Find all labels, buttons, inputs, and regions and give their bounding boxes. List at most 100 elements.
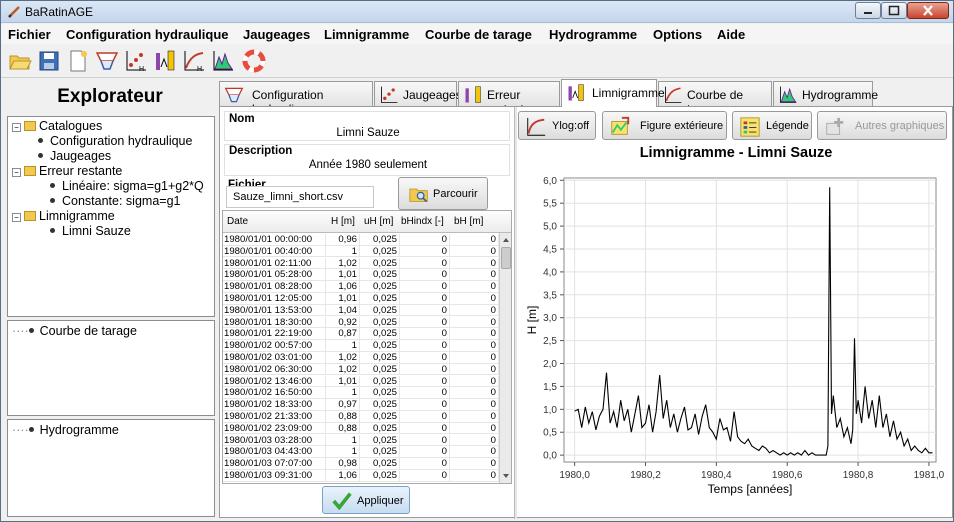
cell-date[interactable]: 1980/01/03 03:28:00: [223, 434, 326, 447]
cell-date[interactable]: 1980/01/01 22:19:00: [223, 328, 326, 340]
cell-bhindx[interactable]: 0: [400, 340, 450, 352]
tab-configuration-hydraulique[interactable]: Configuration hydraulique: [219, 81, 373, 116]
tab-erreur-restante[interactable]: Erreur restante: [458, 81, 560, 116]
other-graphs-button[interactable]: Autres graphiques: [817, 111, 947, 140]
help-lifebuoy-icon[interactable]: [242, 49, 266, 73]
table-row[interactable]: 1980/01/03 04:43:00 1 0,025 0 0: [223, 446, 499, 458]
cell-h[interactable]: 1: [326, 434, 360, 447]
cell-bhindx[interactable]: 0: [400, 269, 450, 281]
title-bar[interactable]: BaRatinAGE: [1, 1, 953, 23]
cell-h[interactable]: 0,88: [326, 411, 360, 423]
cell-date[interactable]: 1980/01/02 03:01:00: [223, 352, 326, 364]
cell-date[interactable]: 1980/01/03 09:31:00: [223, 470, 326, 482]
cell-uh[interactable]: 0,025: [360, 340, 400, 352]
description-value[interactable]: Année 1980 seulement: [225, 159, 511, 171]
cell-bhindx[interactable]: 0: [400, 257, 450, 270]
cell-uh[interactable]: 0,025: [360, 434, 400, 447]
cell-uh[interactable]: 0,025: [360, 446, 400, 458]
table-row[interactable]: 1980/01/02 23:09:00 0,88 0,025 0 0: [223, 422, 499, 435]
table-row[interactable]: 1980/01/01 08:28:00 1,06 0,025 0 0: [223, 281, 499, 293]
tab-courbe-de-tarage[interactable]: Courbe de tarage: [658, 81, 772, 116]
cell-bh[interactable]: 0: [450, 422, 499, 435]
menu-limnigramme[interactable]: Limnigramme: [324, 27, 409, 42]
cell-bh[interactable]: 0: [450, 411, 499, 423]
cell-h[interactable]: 1,02: [326, 352, 360, 364]
cell-bhindx[interactable]: 0: [400, 234, 450, 246]
cell-h[interactable]: 1,04: [326, 304, 360, 317]
cell-date[interactable]: 1980/01/02 18:33:00: [223, 399, 326, 411]
close-button[interactable]: [907, 2, 949, 19]
cell-bh[interactable]: 0: [450, 340, 499, 352]
cell-bhindx[interactable]: 0: [400, 293, 450, 305]
cell-h[interactable]: 1,02: [326, 363, 360, 376]
cell-h[interactable]: 1,01: [326, 375, 360, 388]
cell-bh[interactable]: 0: [450, 387, 499, 399]
cell-date[interactable]: 1980/01/01 02:11:00: [223, 257, 326, 270]
scroll-down-icon[interactable]: [500, 470, 512, 482]
cell-bh[interactable]: 0: [450, 245, 499, 258]
table-row[interactable]: 1980/01/03 07:07:00 0,98 0,025 0 0: [223, 458, 499, 470]
cell-h[interactable]: 0,98: [326, 458, 360, 470]
cell-uh[interactable]: 0,025: [360, 281, 400, 293]
browse-button[interactable]: Parcourir: [398, 177, 488, 210]
column-header-date[interactable]: Date: [227, 216, 248, 227]
cell-bhindx[interactable]: 0: [400, 387, 450, 399]
cell-date[interactable]: 1980/01/01 12:05:00: [223, 293, 326, 305]
tree-item-catalogues[interactable]: − Catalogues: [12, 119, 212, 133]
cell-bhindx[interactable]: 0: [400, 245, 450, 258]
cell-h[interactable]: 0,97: [326, 399, 360, 411]
collapse-icon[interactable]: −: [12, 123, 21, 132]
cell-bh[interactable]: 0: [450, 434, 499, 447]
cell-bh[interactable]: 0: [450, 458, 499, 470]
cell-h[interactable]: 0,92: [326, 316, 360, 329]
table-row[interactable]: 1980/01/02 21:33:00 0,88 0,025 0 0: [223, 411, 499, 423]
cell-date[interactable]: 1980/01/02 23:09:00: [223, 422, 326, 435]
cell-date[interactable]: 1980/01/02 00:57:00: [223, 340, 326, 352]
cell-bhindx[interactable]: 0: [400, 399, 450, 411]
cell-date[interactable]: 1980/01/02 13:46:00: [223, 375, 326, 388]
table-row[interactable]: 1980/01/01 00:00:00 0,96 0,025 0 0: [223, 234, 499, 246]
collapse-icon[interactable]: −: [12, 213, 21, 222]
cell-uh[interactable]: 0,025: [360, 375, 400, 388]
scroll-up-icon[interactable]: [500, 234, 512, 246]
cell-bhindx[interactable]: 0: [400, 352, 450, 364]
save-icon[interactable]: [37, 49, 61, 73]
cell-h[interactable]: 1: [326, 387, 360, 399]
cell-bh[interactable]: 0: [450, 234, 499, 246]
cell-bhindx[interactable]: 0: [400, 375, 450, 388]
cell-date[interactable]: 1980/01/01 08:28:00: [223, 281, 326, 293]
collapse-icon[interactable]: −: [12, 168, 21, 177]
maximize-button[interactable]: [881, 2, 907, 19]
menu-configuration-hydraulique[interactable]: Configuration hydraulique: [66, 27, 229, 42]
cell-bhindx[interactable]: 0: [400, 446, 450, 458]
cell-date[interactable]: 1980/01/01 05:28:00: [223, 269, 326, 281]
cell-uh[interactable]: 0,025: [360, 269, 400, 281]
tab-hydrogramme[interactable]: Hydrogramme: [773, 81, 878, 106]
open-folder-icon[interactable]: [8, 49, 32, 73]
cell-bh[interactable]: 0: [450, 446, 499, 458]
cell-uh[interactable]: 0,025: [360, 399, 400, 411]
cell-date[interactable]: 1980/01/03 04:43:00: [223, 446, 326, 458]
cell-bhindx[interactable]: 0: [400, 470, 450, 482]
hydraulic-config-icon[interactable]: [95, 49, 119, 73]
table-row[interactable]: 1980/01/02 13:46:00 1,01 0,025 0 0: [223, 375, 499, 388]
minimize-button[interactable]: [855, 2, 881, 19]
cell-bh[interactable]: 0: [450, 470, 499, 482]
cell-uh[interactable]: 0,025: [360, 458, 400, 470]
cell-h[interactable]: 1,06: [326, 281, 360, 293]
panel-splitter[interactable]: [514, 107, 517, 519]
tree-item-limnigramme[interactable]: − Limnigramme: [12, 209, 212, 223]
table-scrollbar[interactable]: [499, 233, 512, 483]
cell-uh[interactable]: 0,025: [360, 328, 400, 340]
cell-bh[interactable]: 0: [450, 281, 499, 293]
cell-uh[interactable]: 0,025: [360, 363, 400, 376]
cell-uh[interactable]: 0,025: [360, 293, 400, 305]
cell-date[interactable]: 1980/01/03 07:07:00: [223, 458, 326, 470]
cell-date[interactable]: 1980/01/02 16:50:00: [223, 387, 326, 399]
cell-h[interactable]: 0,87: [326, 328, 360, 340]
cell-bh[interactable]: 0: [450, 363, 499, 376]
external-figure-button[interactable]: Figure extérieure: [602, 111, 727, 140]
cell-uh[interactable]: 0,025: [360, 245, 400, 258]
cell-bh[interactable]: 0: [450, 316, 499, 329]
hydrograph-icon[interactable]: [211, 49, 235, 73]
